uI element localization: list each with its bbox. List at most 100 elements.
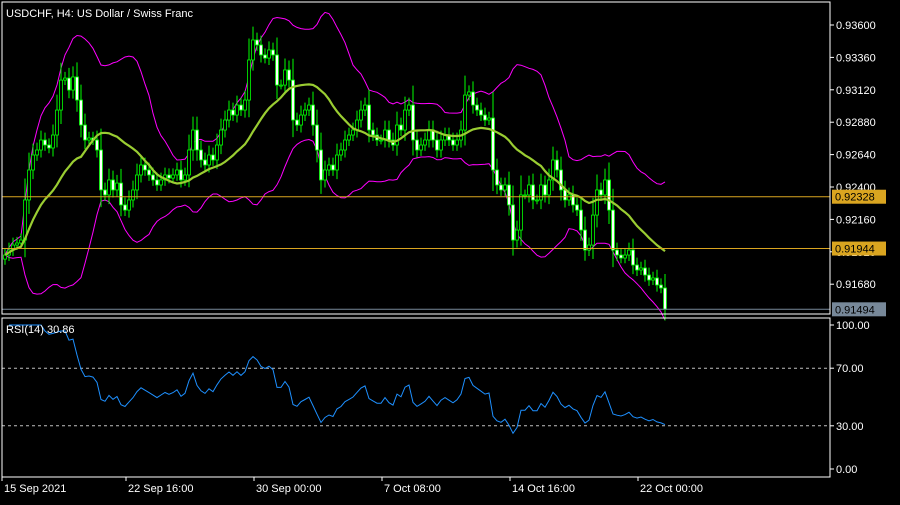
- candle-body: [507, 184, 511, 206]
- candle-body: [563, 189, 567, 201]
- candle-body: [75, 76, 79, 101]
- candle-body: [583, 229, 587, 251]
- candle-body: [387, 129, 391, 141]
- chart-title: USDCHF, H4: US Dollar / Swiss Franc: [6, 8, 194, 20]
- candle-body: [219, 129, 223, 146]
- candle-body: [503, 184, 507, 191]
- candle-body: [243, 99, 247, 111]
- candle-body: [547, 179, 551, 196]
- candle-body: [315, 124, 319, 151]
- candle-body: [651, 277, 655, 281]
- candle-body: [67, 77, 71, 91]
- candle-body: [199, 149, 203, 161]
- candle-body: [327, 164, 331, 171]
- candle-body: [47, 144, 51, 149]
- candle-body: [523, 194, 527, 197]
- time-tick-label: 7 Oct 08:00: [384, 483, 441, 495]
- candle-body: [631, 249, 635, 266]
- candle-body: [455, 139, 459, 146]
- candle-body: [403, 109, 407, 131]
- candle-body: [483, 114, 487, 121]
- candle-body: [407, 104, 411, 111]
- candle-body: [419, 144, 423, 151]
- candle-body: [439, 139, 443, 151]
- candle-body: [587, 244, 591, 251]
- candle-body: [35, 149, 39, 156]
- candle-body: [283, 69, 287, 86]
- price-tick-label: 0.93360: [836, 52, 876, 64]
- time-tick-label: 22 Sep 16:00: [128, 483, 193, 495]
- candle-body: [303, 109, 307, 116]
- candle-body: [175, 169, 179, 176]
- candle-body: [591, 214, 595, 246]
- candle-body: [287, 69, 291, 81]
- candle-body: [15, 242, 19, 246]
- candle-body: [399, 124, 403, 131]
- rsi-tick-label: 100.00: [836, 320, 870, 332]
- candle-body: [359, 109, 363, 121]
- candle-body: [111, 179, 115, 191]
- candle-body: [655, 277, 659, 286]
- candle-body: [335, 154, 339, 171]
- candle-body: [539, 184, 543, 201]
- candle-body: [195, 129, 199, 151]
- price-tick-label: 0.92640: [836, 150, 876, 162]
- candle-body: [115, 182, 119, 191]
- candle-body: [147, 169, 151, 176]
- candle-body: [319, 149, 323, 181]
- candle-body: [171, 174, 175, 179]
- candle-body: [531, 184, 535, 201]
- candle-body: [527, 184, 531, 196]
- candle-body: [595, 189, 599, 216]
- candle-body: [499, 184, 503, 191]
- candle-body: [627, 249, 631, 256]
- candle-body: [267, 49, 271, 59]
- time-tick-label: 30 Sep 00:00: [256, 483, 321, 495]
- price-tick-label: 0.92160: [836, 214, 876, 226]
- candle-body: [207, 154, 211, 166]
- candle-body: [127, 199, 131, 211]
- rsi-tick-label: 70.00: [836, 363, 864, 375]
- candle-body: [139, 164, 143, 176]
- candle-body: [607, 179, 611, 211]
- candle-body: [555, 159, 559, 171]
- candle-body: [183, 174, 187, 181]
- candle-body: [343, 139, 347, 151]
- candle-body: [611, 209, 615, 251]
- candle-body: [143, 164, 147, 171]
- candle-body: [71, 76, 75, 91]
- candle-body: [659, 284, 663, 289]
- candle-body: [427, 129, 431, 141]
- candle-body: [259, 44, 263, 56]
- candle-body: [31, 154, 35, 171]
- candle-body: [247, 59, 251, 101]
- candle-body: [255, 39, 259, 46]
- candle-body: [275, 54, 279, 86]
- candle-body: [227, 109, 231, 121]
- candle-body: [119, 182, 123, 206]
- candle-body: [567, 194, 571, 201]
- background: [0, 0, 900, 500]
- candle-body: [463, 94, 467, 131]
- candle-body: [123, 204, 127, 211]
- level-price-label: 0.92328: [835, 192, 875, 204]
- candle-body: [307, 104, 311, 111]
- candle-body: [363, 104, 367, 111]
- level-price-label: 0.91944: [835, 244, 875, 256]
- candle-body: [279, 84, 283, 87]
- candle-body: [491, 117, 495, 171]
- candle-body: [351, 129, 355, 136]
- candle-body: [235, 104, 239, 116]
- candle-body: [263, 54, 267, 59]
- candle-body: [95, 139, 99, 151]
- candle-body: [223, 119, 227, 131]
- candle-body: [519, 194, 523, 231]
- candle-body: [647, 274, 651, 281]
- candle-body: [643, 267, 647, 276]
- candle-body: [3, 254, 7, 260]
- candle-body: [535, 199, 539, 202]
- candle-body: [515, 229, 519, 241]
- chart-canvas[interactable]: 0.936000.933600.931200.928800.926400.924…: [0, 0, 900, 500]
- candle-body: [323, 169, 327, 181]
- price-tick-label: 0.91680: [836, 279, 876, 291]
